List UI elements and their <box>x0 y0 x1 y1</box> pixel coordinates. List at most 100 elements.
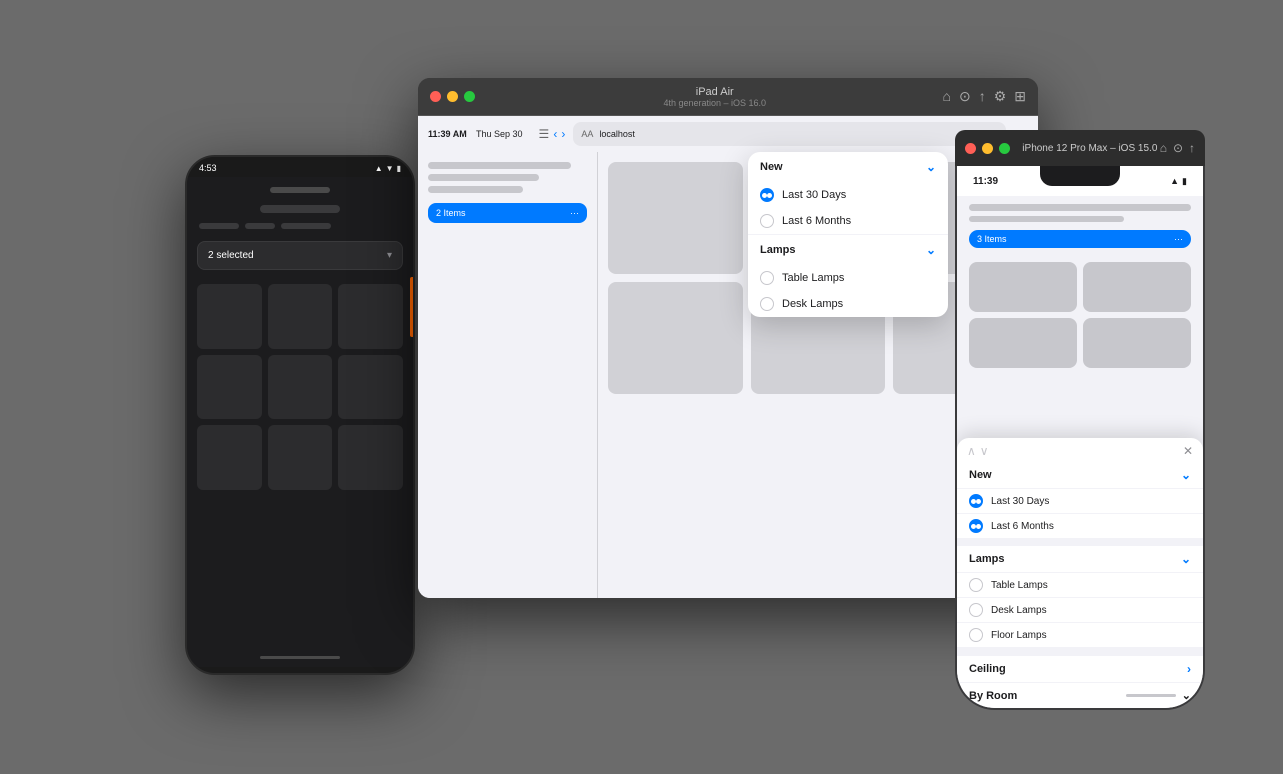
sidebar-toggle-icon[interactable]: ☰ <box>539 127 550 141</box>
iphone-popup-handle-bar: ∧ ∨ ✕ <box>957 438 1203 462</box>
ipad-close-button[interactable] <box>430 91 441 102</box>
iphone-toolbar-icons: ⌂ ⊙ ↑ <box>1160 141 1195 155</box>
iphone-content: 3 Items ··· ∧ ∨ ✕ <box>957 196 1203 708</box>
address-text: localhost <box>599 129 635 139</box>
popup-item-desk-lamps-label: Desk Lamps <box>991 605 1047 616</box>
grid-item-1 <box>197 284 262 349</box>
settings-icon[interactable]: ⚙ <box>994 88 1007 105</box>
popup-byroom-section[interactable]: By Room ⌄ <box>957 682 1203 708</box>
ipad-browser-controls: ☰ ‹ › <box>539 127 566 141</box>
dropdown-lamps-header[interactable]: Lamps ⌄ <box>748 235 948 265</box>
popup-item-floor-lamps-label: Floor Lamps <box>991 630 1047 641</box>
popup-item-floor-lamps[interactable]: Floor Lamps <box>957 622 1203 647</box>
grid-item-6 <box>338 355 403 420</box>
popup-close-button[interactable]: ✕ <box>1183 444 1193 458</box>
popup-item-table-lamps-label: Table Lamps <box>991 580 1048 591</box>
android-subtitle-bars <box>197 223 403 229</box>
iphone-app-header: 3 Items ··· <box>957 196 1203 262</box>
popup-item-table-lamps[interactable]: Table Lamps <box>957 572 1203 597</box>
iphone-popup-divider-1 <box>957 538 1203 546</box>
ipad-window-controls <box>430 91 475 102</box>
iphone-close-button[interactable] <box>965 143 976 154</box>
wifi-icon: ▼ <box>386 164 394 173</box>
iphone-section-ellipsis: ··· <box>1174 234 1183 244</box>
iphone-mini-grid <box>957 262 1203 368</box>
by-room-slider[interactable] <box>1126 694 1176 697</box>
android-bar-1 <box>199 223 239 229</box>
android-content: 2 selected ▾ <box>187 177 413 667</box>
ipad-section-button[interactable]: 2 Items ··· <box>428 203 587 223</box>
iphone-device: 11:39 ▲ ▮ 3 Items ··· <box>955 166 1205 710</box>
chevron-down-icon: ▾ <box>387 250 392 261</box>
android-bar-3 <box>281 223 331 229</box>
grid-item-4 <box>197 355 262 420</box>
iphone-window: iPhone 12 Pro Max – iOS 15.0 ⌂ ⊙ ↑ 11:39… <box>955 130 1205 710</box>
home-icon[interactable]: ⌂ <box>943 88 951 105</box>
android-status-icons: ▲ ▼ ▮ <box>375 164 401 173</box>
popup-down-button[interactable]: ∨ <box>980 444 989 458</box>
iphone-popup-divider-2 <box>957 647 1203 655</box>
iphone-popup-new-header[interactable]: New ⌄ <box>957 462 1203 488</box>
iphone-share-icon[interactable]: ↑ <box>1189 141 1195 155</box>
radio-popup-last30 <box>969 494 983 508</box>
iphone-camera-icon[interactable]: ⊙ <box>1173 141 1183 155</box>
radio-last6 <box>760 214 774 228</box>
ipad-sidebar: 2 Items ··· <box>418 152 598 598</box>
iphone-maximize-button[interactable] <box>999 143 1010 154</box>
android-title-bar <box>260 205 340 213</box>
popup-ceiling-section[interactable]: Ceiling › <box>957 655 1203 682</box>
popup-item-last30[interactable]: Last 30 Days <box>957 488 1203 513</box>
grid-item-7 <box>197 425 262 490</box>
ipad-title: iPad Air <box>487 86 943 98</box>
dropdown-new-label: New <box>760 161 783 173</box>
ipad-content: 2 Items ··· New ⌄ Last <box>418 152 1038 598</box>
iphone-window-controls <box>965 143 1010 154</box>
grid-item-2 <box>268 284 333 349</box>
dropdown-new-header[interactable]: New ⌄ <box>748 152 948 182</box>
iphone-title: iPhone 12 Pro Max – iOS 15.0 <box>1020 143 1160 154</box>
chevron-down-icon: ⌄ <box>926 160 936 174</box>
dropdown-lamps-label: Lamps <box>760 244 795 256</box>
forward-button[interactable]: › <box>561 127 565 141</box>
android-phone: 4:53 ▲ ▼ ▮ 2 selected ▾ <box>185 155 415 675</box>
iphone-home-icon[interactable]: ⌂ <box>1160 141 1167 155</box>
wifi-icon: ▲ <box>1170 176 1179 186</box>
radio-table-lamps <box>760 271 774 285</box>
dropdown-item-label: Desk Lamps <box>782 298 843 310</box>
popup-item-last6[interactable]: Last 6 Months <box>957 513 1203 538</box>
chevron-right-icon: › <box>1187 662 1191 676</box>
ipad-browser-time: 11:39 AM <box>428 129 468 139</box>
camera-icon[interactable]: ⊙ <box>959 88 971 105</box>
dropdown-item-table-lamps[interactable]: Table Lamps <box>748 265 948 291</box>
ipad-maximize-button[interactable] <box>464 91 475 102</box>
iphone-mini-grid-item-4 <box>1083 318 1191 368</box>
android-grid <box>197 284 403 490</box>
dropdown-item-label: Last 30 Days <box>782 189 846 201</box>
ipad-address-bar[interactable]: AA localhost <box>573 122 1006 146</box>
iphone-mini-grid-item-3 <box>969 318 1077 368</box>
sidebar-bar-1 <box>428 162 571 169</box>
iphone-minimize-button[interactable] <box>982 143 993 154</box>
ipad-minimize-button[interactable] <box>447 91 458 102</box>
dropdown-item-label: Last 6 Months <box>782 215 851 227</box>
android-dropdown[interactable]: 2 selected ▾ <box>197 241 403 270</box>
iphone-header-bar1 <box>969 204 1191 211</box>
dropdown-item-last6[interactable]: Last 6 Months <box>748 208 948 234</box>
iphone-section-bar[interactable]: 3 Items ··· <box>969 230 1191 248</box>
back-button[interactable]: ‹ <box>553 127 557 141</box>
iphone-popup-lamps-header[interactable]: Lamps ⌄ <box>957 546 1203 572</box>
dropdown-item-desk-lamps[interactable]: Desk Lamps <box>748 291 948 317</box>
radio-popup-floor-lamps <box>969 628 983 642</box>
popup-up-button[interactable]: ∧ <box>967 444 976 458</box>
battery-icon: ▮ <box>397 164 401 173</box>
share-icon[interactable]: ↑ <box>979 88 986 105</box>
radio-desk-lamps <box>760 297 774 311</box>
popup-lamps-label: Lamps <box>969 553 1004 565</box>
android-camera-area <box>270 187 330 193</box>
grid-icon[interactable]: ⊞ <box>1014 88 1026 105</box>
dropdown-item-last30[interactable]: Last 30 Days <box>748 182 948 208</box>
grid-item-5 <box>268 355 333 420</box>
iphone-notch <box>1040 166 1120 186</box>
popup-item-desk-lamps[interactable]: Desk Lamps <box>957 597 1203 622</box>
battery-icon: ▮ <box>1182 176 1187 187</box>
